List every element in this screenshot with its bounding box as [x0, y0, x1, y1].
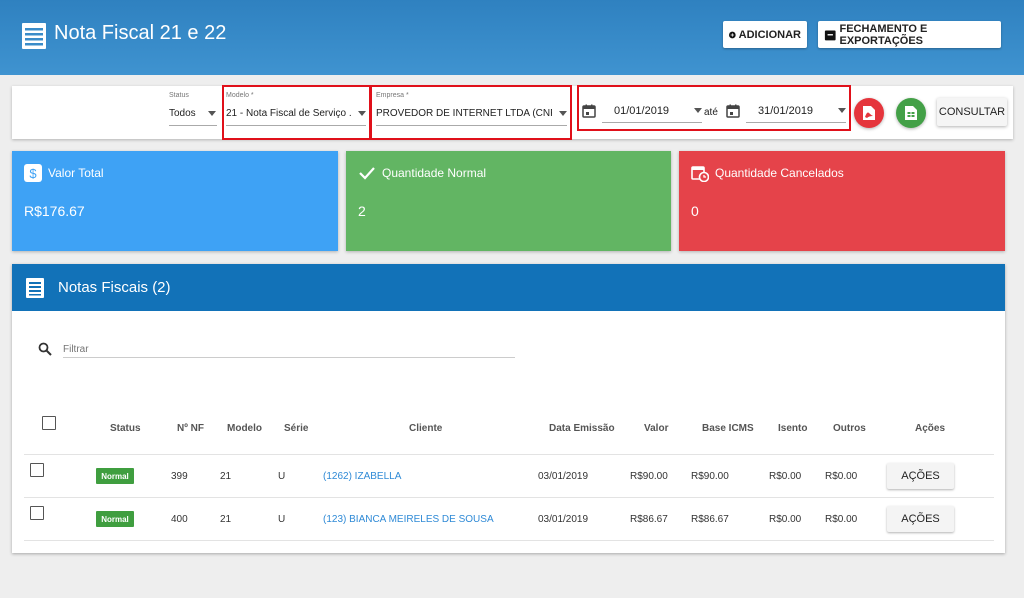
cell-cliente-link[interactable]: (123) BIANCA MEIRELES DE SOUSA	[323, 514, 494, 525]
chevron-down-icon	[559, 111, 567, 116]
search-input[interactable]	[63, 341, 515, 358]
acoes-button[interactable]: AÇÕES	[887, 463, 954, 489]
status-underline	[169, 125, 217, 126]
search-icon	[38, 342, 52, 356]
chevron-down-icon	[208, 111, 216, 116]
header-outros: Outros	[833, 423, 866, 434]
cell-isento: R$0.00	[769, 514, 802, 525]
row-divider	[24, 497, 994, 498]
cell-modelo: 21	[220, 471, 232, 482]
card-title: Quantidade Normal	[382, 166, 487, 180]
spreadsheet-icon	[905, 106, 917, 120]
panel-header: Notas Fiscais (2)	[12, 264, 1005, 311]
add-button-label: ADICIONAR	[738, 28, 801, 41]
status-label: Status	[169, 92, 189, 99]
add-circle-icon	[729, 31, 736, 38]
menu-icon[interactable]	[22, 23, 46, 49]
card-value: R$176.67	[24, 203, 85, 219]
row-checkbox[interactable]	[30, 506, 44, 520]
acoes-button[interactable]: AÇÕES	[887, 506, 954, 532]
notas-panel: Notas Fiscais (2) Status Nº NF Modelo Sé…	[12, 264, 1005, 553]
header-valor: Valor	[644, 423, 669, 434]
cell-modelo: 21	[220, 514, 232, 525]
chevron-down-icon	[694, 108, 702, 113]
cell-valor: R$90.00	[630, 471, 668, 482]
header-nf: Nº NF	[177, 423, 204, 434]
pdf-button[interactable]	[854, 98, 884, 128]
modelo-label: Modelo *	[226, 92, 254, 99]
page-title: Nota Fiscal 21 e 22	[54, 22, 227, 44]
status-badge: Normal	[96, 511, 134, 527]
cell-nf: 400	[171, 514, 188, 525]
consultar-button[interactable]: CONSULTAR	[937, 98, 1007, 126]
card-title: Quantidade Cancelados	[715, 166, 844, 180]
add-button[interactable]: ADICIONAR	[723, 21, 807, 48]
cell-serie: U	[278, 471, 286, 482]
header-isento: Isento	[778, 423, 808, 434]
status-select[interactable]: Todos	[169, 108, 209, 119]
date-separator: até	[704, 107, 718, 118]
svg-text:$: $	[29, 166, 37, 181]
header-acoes: Ações	[915, 423, 946, 434]
cell-cliente-link[interactable]: (1262) IZABELLA	[323, 471, 401, 482]
card-valor-total: $ Valor Total R$176.67	[12, 151, 338, 251]
cell-isento: R$0.00	[769, 471, 802, 482]
date-from-input[interactable]: 01/01/2019	[614, 105, 669, 117]
top-header: Nota Fiscal 21 e 22 ADICIONAR FECHAMENTO…	[0, 0, 1024, 75]
header-base-icms: Base ICMS	[702, 423, 754, 434]
pdf-icon	[863, 106, 875, 120]
chevron-down-icon	[358, 111, 366, 116]
header-cliente: Cliente	[409, 423, 443, 434]
spreadsheet-button[interactable]	[896, 98, 926, 128]
header-serie: Série	[284, 423, 309, 434]
select-all-checkbox[interactable]	[42, 416, 56, 430]
cell-valor: R$86.67	[630, 514, 668, 525]
empresa-label: Empresa *	[376, 92, 409, 99]
cell-base: R$90.00	[691, 471, 729, 482]
empresa-underline	[376, 125, 567, 126]
card-title: Valor Total	[48, 166, 104, 180]
modelo-select[interactable]: 21 - Nota Fiscal de Serviço ...	[226, 108, 352, 119]
row-divider	[24, 454, 994, 455]
dollar-icon: $	[24, 164, 42, 182]
card-value: 0	[691, 203, 699, 219]
calendar-icon[interactable]	[582, 104, 596, 118]
calendar-icon[interactable]	[726, 104, 740, 118]
calendar-clock-icon	[691, 166, 709, 182]
cell-data: 03/01/2019	[538, 471, 589, 482]
archive-icon	[824, 30, 836, 40]
export-button[interactable]: FECHAMENTO E EXPORTAÇÕES	[818, 21, 1001, 48]
header-data-emissao: Data Emissão	[549, 423, 615, 434]
row-checkbox[interactable]	[30, 463, 44, 477]
date-to-underline	[746, 122, 846, 123]
panel-title: Notas Fiscais (2)	[58, 279, 171, 296]
chevron-down-icon	[838, 108, 846, 113]
date-from-underline	[602, 122, 702, 123]
empresa-select[interactable]: PROVEDOR DE INTERNET LTDA (CNPJ: ...	[376, 108, 552, 119]
cell-base: R$86.67	[691, 514, 729, 525]
card-quantidade-normal: Quantidade Normal 2	[346, 151, 671, 251]
card-value: 2	[358, 203, 366, 219]
status-badge: Normal	[96, 468, 134, 484]
card-quantidade-cancelados: Quantidade Cancelados 0	[679, 151, 1005, 251]
header-status: Status	[110, 423, 141, 434]
cell-data: 03/01/2019	[538, 514, 589, 525]
date-to-input[interactable]: 31/01/2019	[758, 105, 813, 117]
list-icon	[26, 278, 44, 298]
cell-outros: R$0.00	[825, 471, 858, 482]
modelo-underline	[226, 125, 366, 126]
cell-serie: U	[278, 514, 286, 525]
check-icon	[359, 167, 375, 180]
row-divider	[24, 540, 994, 541]
header-modelo: Modelo	[227, 423, 262, 434]
export-button-label: FECHAMENTO E EXPORTAÇÕES	[839, 22, 928, 47]
cell-outros: R$0.00	[825, 514, 858, 525]
cell-nf: 399	[171, 471, 188, 482]
